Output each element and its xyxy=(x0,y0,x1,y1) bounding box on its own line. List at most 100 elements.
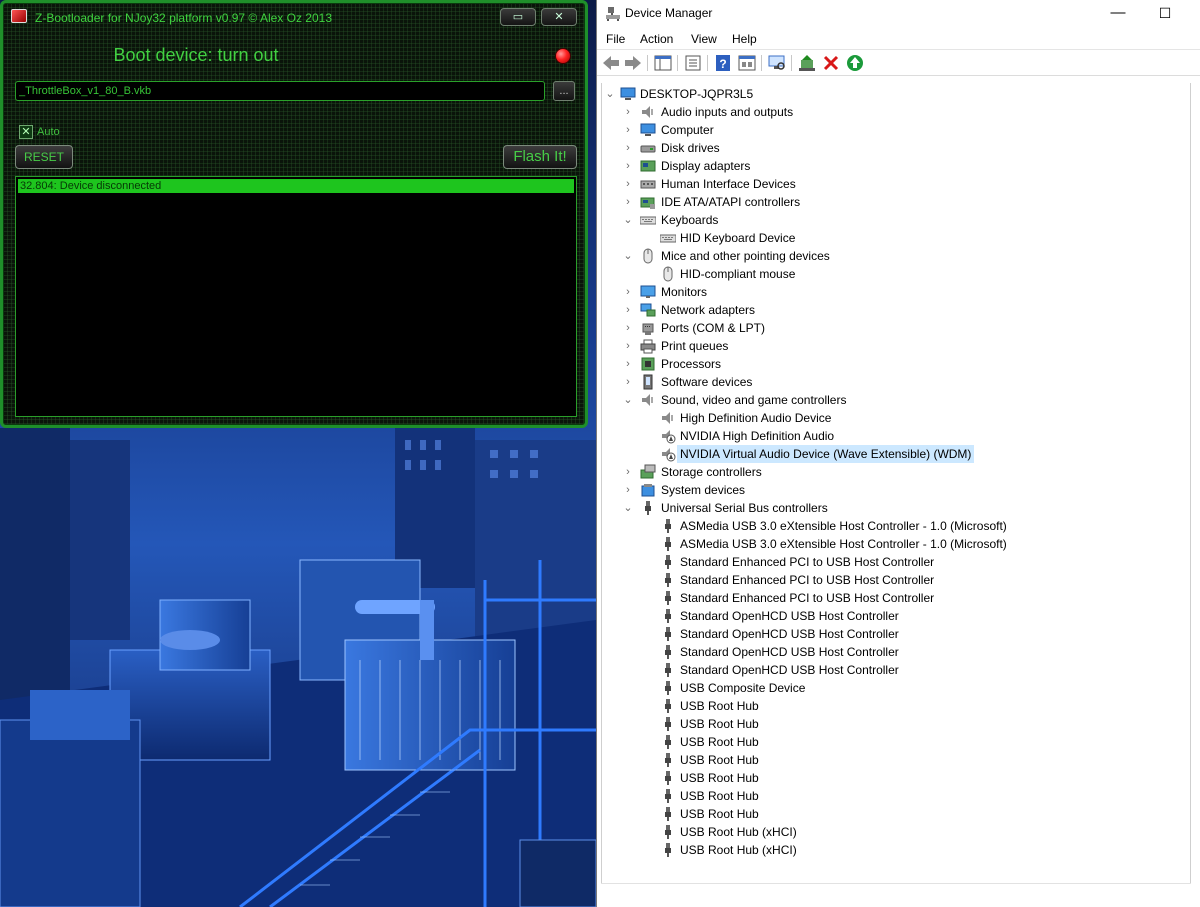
check-icon: ✕ xyxy=(21,126,31,138)
tree-category-label: Keyboards xyxy=(661,213,719,227)
browse-button[interactable]: ... xyxy=(553,81,575,101)
close-button[interactable]: ✕ xyxy=(541,8,577,26)
minimize-button[interactable]: ▭ xyxy=(500,8,536,26)
chevron-right-icon[interactable]: › xyxy=(622,373,634,391)
log-entry[interactable]: 32.804: Device disconnected xyxy=(18,179,574,193)
tree-device-label: High Definition Audio Device xyxy=(680,411,832,425)
tree-device-label: USB Root Hub xyxy=(680,771,759,785)
chevron-right-icon[interactable]: › xyxy=(622,193,634,211)
flash-button[interactable]: Flash It! xyxy=(503,145,577,169)
chevron-right-icon[interactable]: › xyxy=(622,139,634,157)
system-device-icon xyxy=(641,484,655,497)
tree-category-label: Storage controllers xyxy=(661,465,762,479)
toolbar-separator xyxy=(677,55,678,71)
toolbar-separator xyxy=(707,55,708,71)
display-adapter-icon xyxy=(640,160,656,172)
svg-text:?: ? xyxy=(719,57,726,71)
reset-button[interactable]: RESET xyxy=(15,145,73,169)
help-icon[interactable]: ? xyxy=(713,54,733,72)
tree-device-label: USB Root Hub xyxy=(680,699,759,713)
maximize-button[interactable]: ☐ xyxy=(1142,0,1188,28)
monitor-icon xyxy=(640,285,656,298)
chevron-right-icon[interactable]: › xyxy=(622,463,634,481)
usb-icon xyxy=(665,771,671,785)
usb-icon xyxy=(665,735,671,749)
tree-device-label: USB Root Hub xyxy=(680,717,759,731)
usb-icon xyxy=(665,825,671,839)
menu-file[interactable]: File xyxy=(606,32,625,46)
chevron-right-icon[interactable]: › xyxy=(622,337,634,355)
chevron-down-icon[interactable]: ⌄ xyxy=(622,391,634,409)
processor-icon xyxy=(641,357,655,371)
chevron-down-icon[interactable]: ⌄ xyxy=(622,499,634,517)
usb-icon xyxy=(665,753,671,767)
status-led-icon xyxy=(555,48,571,64)
uninstall-icon[interactable] xyxy=(821,54,841,72)
properties-icon[interactable] xyxy=(683,54,703,72)
horizontal-scrollbar[interactable] xyxy=(601,883,1191,907)
tree-device-label: USB Root Hub xyxy=(680,753,759,767)
zbootloader-titlebar[interactable]: Z-Bootloader for NJoy32 platform v0.97 ©… xyxy=(3,3,585,31)
tree-category-label: Print queues xyxy=(661,339,729,353)
chevron-right-icon[interactable]: › xyxy=(622,319,634,337)
enable-device-icon[interactable] xyxy=(845,54,865,72)
tree-device-label: USB Root Hub xyxy=(680,735,759,749)
hid-icon xyxy=(640,180,656,189)
tree-category-label: Software devices xyxy=(661,375,753,389)
computer-icon xyxy=(620,87,636,100)
tree-category-label: Processors xyxy=(661,357,722,371)
chevron-down-icon[interactable]: ⌄ xyxy=(604,85,616,103)
menu-action[interactable]: Action xyxy=(640,32,673,46)
chevron-right-icon[interactable]: › xyxy=(622,121,634,139)
chevron-right-icon[interactable]: › xyxy=(622,157,634,175)
software-device-icon xyxy=(643,374,653,390)
tree-category-label: Display adapters xyxy=(661,159,751,173)
usb-icon xyxy=(665,717,671,731)
tree-category-label: Human Interface Devices xyxy=(661,177,796,191)
forward-icon[interactable] xyxy=(623,54,643,72)
chevron-right-icon[interactable]: › xyxy=(622,481,634,499)
tree-device-label: Standard Enhanced PCI to USB Host Contro… xyxy=(680,573,935,587)
chevron-right-icon[interactable]: › xyxy=(622,283,634,301)
usb-icon xyxy=(665,591,671,605)
ide-icon xyxy=(640,197,655,209)
speaker-icon xyxy=(642,394,653,406)
minimize-button[interactable]: — xyxy=(1095,0,1141,28)
menu-help[interactable]: Help xyxy=(732,32,757,46)
tree-category-label: Sound, video and game controllers xyxy=(661,393,847,407)
firmware-file-input[interactable] xyxy=(15,81,545,101)
log-list[interactable]: 32.804: Device disconnected xyxy=(15,176,577,417)
tree-category-label: IDE ATA/ATAPI controllers xyxy=(661,195,801,209)
view-icon[interactable] xyxy=(737,54,757,72)
chevron-right-icon[interactable]: › xyxy=(622,103,634,121)
mouse-icon xyxy=(663,266,673,282)
chevron-right-icon[interactable]: › xyxy=(622,355,634,373)
tree-device-label: NVIDIA High Definition Audio xyxy=(680,429,835,443)
usb-icon xyxy=(665,699,671,713)
usb-icon xyxy=(665,537,671,551)
tree-category-label: Monitors xyxy=(661,285,708,299)
show-hide-console-tree-icon[interactable] xyxy=(653,54,673,72)
device-tree[interactable]: ⌄ DESKTOP-JQPR3L5 › Audio inputs and out… xyxy=(601,83,1191,883)
device-manager-window: Device Manager — ☐ File Action View Help… xyxy=(596,0,1200,907)
app-icon xyxy=(11,9,27,23)
scan-hardware-icon[interactable] xyxy=(767,54,787,72)
update-driver-icon[interactable] xyxy=(797,54,817,72)
close-icon: ✕ xyxy=(554,11,564,23)
usb-icon xyxy=(665,843,671,857)
tree-category-label: Disk drives xyxy=(661,141,720,155)
boot-status-text: Boot device: turn out xyxy=(113,45,279,65)
chevron-right-icon[interactable]: › xyxy=(622,301,634,319)
port-icon xyxy=(642,323,654,335)
usb-icon xyxy=(665,645,671,659)
tree-device-label: USB Root Hub xyxy=(680,807,759,821)
chevron-right-icon[interactable]: › xyxy=(622,175,634,193)
auto-checkbox[interactable]: ✕ xyxy=(19,125,33,139)
menu-view[interactable]: View xyxy=(691,32,717,46)
device-manager-titlebar[interactable]: Device Manager — ☐ xyxy=(597,0,1200,28)
tree-category-label: Computer xyxy=(661,123,714,137)
back-icon[interactable] xyxy=(601,54,621,72)
chevron-down-icon[interactable]: ⌄ xyxy=(622,211,634,229)
chevron-down-icon[interactable]: ⌄ xyxy=(622,247,634,265)
usb-icon xyxy=(665,681,671,695)
